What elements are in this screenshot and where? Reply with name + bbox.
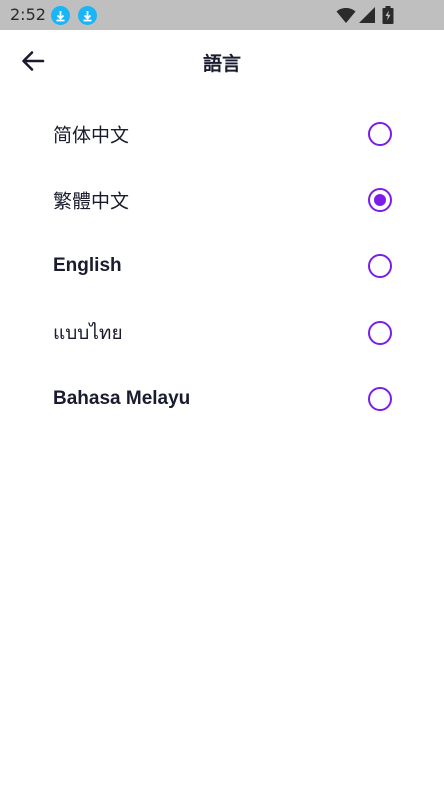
- language-option-simplified-chinese[interactable]: 简体中文: [0, 106, 444, 162]
- status-time: 2:52: [10, 5, 46, 24]
- download-icon: [78, 6, 97, 25]
- language-option-traditional-chinese[interactable]: 繁體中文: [0, 172, 444, 228]
- radio-button-selected[interactable]: [368, 188, 392, 212]
- page-title: 語言: [202, 53, 241, 75]
- language-option-english[interactable]: English: [0, 238, 444, 294]
- status-bar: 2:52: [0, 0, 444, 30]
- download-icon: [51, 6, 70, 25]
- radio-button[interactable]: [368, 254, 392, 278]
- wifi-icon: [336, 8, 356, 23]
- language-option-malay[interactable]: Bahasa Melayu: [0, 371, 444, 427]
- radio-button[interactable]: [368, 387, 392, 411]
- signal-icon: [359, 7, 375, 23]
- language-label: 繁體中文: [53, 190, 130, 213]
- battery-charging-icon: [382, 6, 394, 24]
- language-label: 简体中文: [53, 124, 130, 147]
- radio-button[interactable]: [368, 122, 392, 146]
- app-bar: 語言: [0, 30, 444, 92]
- language-label: แบบไทย: [53, 322, 123, 344]
- radio-button[interactable]: [368, 321, 392, 345]
- language-label: English: [53, 255, 122, 276]
- language-option-thai[interactable]: แบบไทย: [0, 305, 444, 361]
- language-label: Bahasa Melayu: [53, 388, 191, 409]
